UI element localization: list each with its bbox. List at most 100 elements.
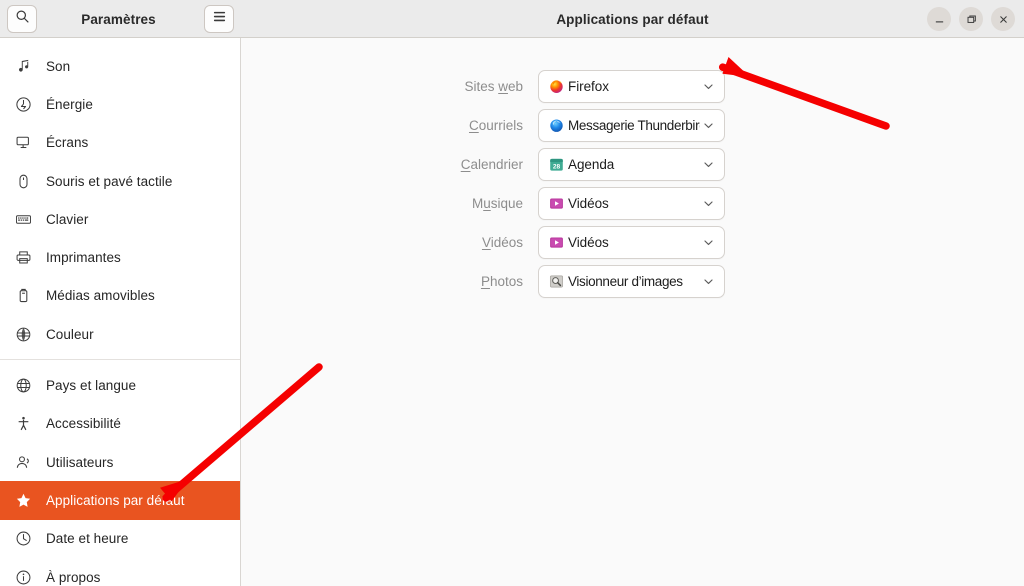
row-label-suffix: idéos: [490, 235, 523, 250]
row-label: Vidéos: [241, 235, 538, 250]
users-icon: [14, 453, 32, 471]
sidebar-item-imprimantes[interactable]: Imprimantes: [0, 238, 240, 276]
close-button[interactable]: [991, 7, 1015, 31]
dropdown-value: Visionneur d’images: [568, 274, 683, 289]
row-label: Photos: [241, 274, 538, 289]
sidebar-nav: Son Énergie Écrans Souris et pavé tactile Cl…: [0, 38, 241, 586]
settings-window: Paramètres Applications par défaut Son É…: [0, 0, 1024, 586]
sidebar-item-clavier[interactable]: Clavier: [0, 200, 240, 238]
row-label-suffix: ourriels: [478, 118, 523, 133]
sidebar-item-son[interactable]: Son: [0, 47, 240, 85]
sidebar-item-label: Accessibilité: [46, 416, 121, 432]
sidebar-item-label: Énergie: [46, 96, 93, 112]
row-label: Sites web: [241, 79, 538, 94]
default-app-dropdown[interactable]: 28 Agenda: [538, 148, 725, 181]
row-label-suffix: hotos: [489, 274, 523, 289]
maximize-button[interactable]: [959, 7, 983, 31]
keyboard-icon: [14, 210, 32, 228]
titlebar: Paramètres Applications par défaut: [0, 0, 1024, 38]
usb-drive-icon: [14, 287, 32, 305]
default-app-dropdown[interactable]: Messagerie Thunderbird: [538, 109, 725, 142]
search-icon: [15, 9, 30, 29]
window-header: Applications par défaut: [241, 0, 1024, 38]
firefox-icon: [548, 79, 564, 95]
sidebar-item-nergie[interactable]: Énergie: [0, 85, 240, 123]
row-label-mnemonic: C: [460, 157, 471, 172]
accessibility-icon: [14, 415, 32, 433]
sidebar-title: Paramètres: [81, 11, 156, 27]
display-icon: [14, 134, 32, 152]
main-menu-button[interactable]: [204, 5, 234, 33]
default-app-dropdown[interactable]: Firefox: [538, 70, 725, 103]
maximize-icon: [966, 14, 977, 25]
row-label: Musique: [241, 196, 538, 211]
minimize-icon: [934, 14, 945, 25]
globe-icon: [14, 377, 32, 395]
default-app-dropdown[interactable]: Visionneur d’images: [538, 265, 725, 298]
chevron-down-icon: [702, 197, 716, 210]
row-label-mnemonic: C: [468, 118, 479, 133]
sidebar-item-propos[interactable]: À propos: [0, 558, 240, 586]
default-app-row: Calendrier 28 Agenda: [241, 145, 1024, 184]
clock-icon: [14, 530, 32, 548]
dropdown-value: Vidéos: [568, 196, 609, 211]
video-player-icon: [548, 196, 564, 212]
svg-text:28: 28: [552, 163, 560, 170]
chevron-down-icon: [702, 236, 716, 249]
default-app-dropdown[interactable]: Vidéos: [538, 226, 725, 259]
dropdown-value: Messagerie Thunderbird: [568, 118, 700, 133]
sidebar-item-applications-par-d-faut[interactable]: Applications par défaut: [0, 481, 240, 520]
default-app-row: Photos Visionneur d’images: [241, 262, 1024, 301]
row-label-suffix: sique: [490, 196, 523, 211]
default-app-row: Courriels Messagerie Thunderbird: [241, 106, 1024, 145]
sidebar-item-pays-et-langue[interactable]: Pays et langue: [0, 366, 240, 404]
sidebar-item-label: Son: [46, 58, 71, 74]
chevron-down-icon: [702, 119, 716, 132]
row-label-suffix: eb: [507, 79, 523, 94]
sidebar-item-label: À propos: [46, 569, 101, 585]
page-title: Applications par défaut: [556, 11, 709, 27]
row-label-mnemonic: w: [498, 79, 508, 94]
sidebar-item-accessibilit[interactable]: Accessibilité: [0, 405, 240, 443]
sidebar-item-label: Pays et langue: [46, 378, 137, 394]
sidebar-header: Paramètres: [0, 0, 241, 38]
sidebar-item-label: Applications par défaut: [46, 492, 185, 508]
sidebar-item-label: Imprimantes: [46, 250, 121, 266]
default-app-dropdown[interactable]: Vidéos: [538, 187, 725, 220]
default-app-row: Musique Vidéos: [241, 184, 1024, 223]
default-app-row: Sites web Firefox: [241, 67, 1024, 106]
info-icon: [14, 568, 32, 586]
image-viewer-icon: [548, 274, 564, 290]
star-icon: [14, 491, 32, 509]
sidebar-item-label: Médias amovibles: [46, 288, 155, 304]
sidebar-item-date-et-heure[interactable]: Date et heure: [0, 520, 240, 558]
sound-icon: [14, 57, 32, 75]
sidebar-item-souris-et-pav-tactile[interactable]: Souris et pavé tactile: [0, 162, 240, 200]
sidebar-item-label: Utilisateurs: [46, 454, 114, 470]
chevron-down-icon: [702, 275, 716, 288]
sidebar-item-crans[interactable]: Écrans: [0, 124, 240, 162]
row-label-prefix: Sites: [464, 79, 499, 94]
chevron-down-icon: [702, 158, 716, 171]
dropdown-value: Vidéos: [568, 235, 609, 250]
row-label-mnemonic: V: [481, 235, 491, 250]
sidebar-item-couleur[interactable]: Couleur: [0, 315, 240, 353]
row-label-mnemonic: u: [483, 196, 491, 211]
video-player-icon: [548, 235, 564, 251]
close-icon: [998, 14, 1009, 25]
row-label-prefix: M: [471, 196, 484, 211]
power-icon: [14, 95, 32, 113]
sidebar-item-label: Date et heure: [46, 531, 129, 547]
sidebar-item-utilisateurs[interactable]: Utilisateurs: [0, 443, 240, 481]
dropdown-value: Firefox: [568, 79, 609, 94]
sidebar-item-label: Couleur: [46, 326, 94, 342]
sidebar-item-m-dias-amovibles[interactable]: Médias amovibles: [0, 277, 240, 315]
window-controls: [927, 7, 1015, 31]
dropdown-value: Agenda: [568, 157, 615, 172]
sidebar-item-label: Souris et pavé tactile: [46, 173, 173, 189]
row-label-suffix: alendrier: [470, 157, 523, 172]
hamburger-menu-icon: [212, 10, 227, 28]
color-icon: [14, 325, 32, 343]
default-app-row: Vidéos Vidéos: [241, 223, 1024, 262]
minimize-button[interactable]: [927, 7, 951, 31]
